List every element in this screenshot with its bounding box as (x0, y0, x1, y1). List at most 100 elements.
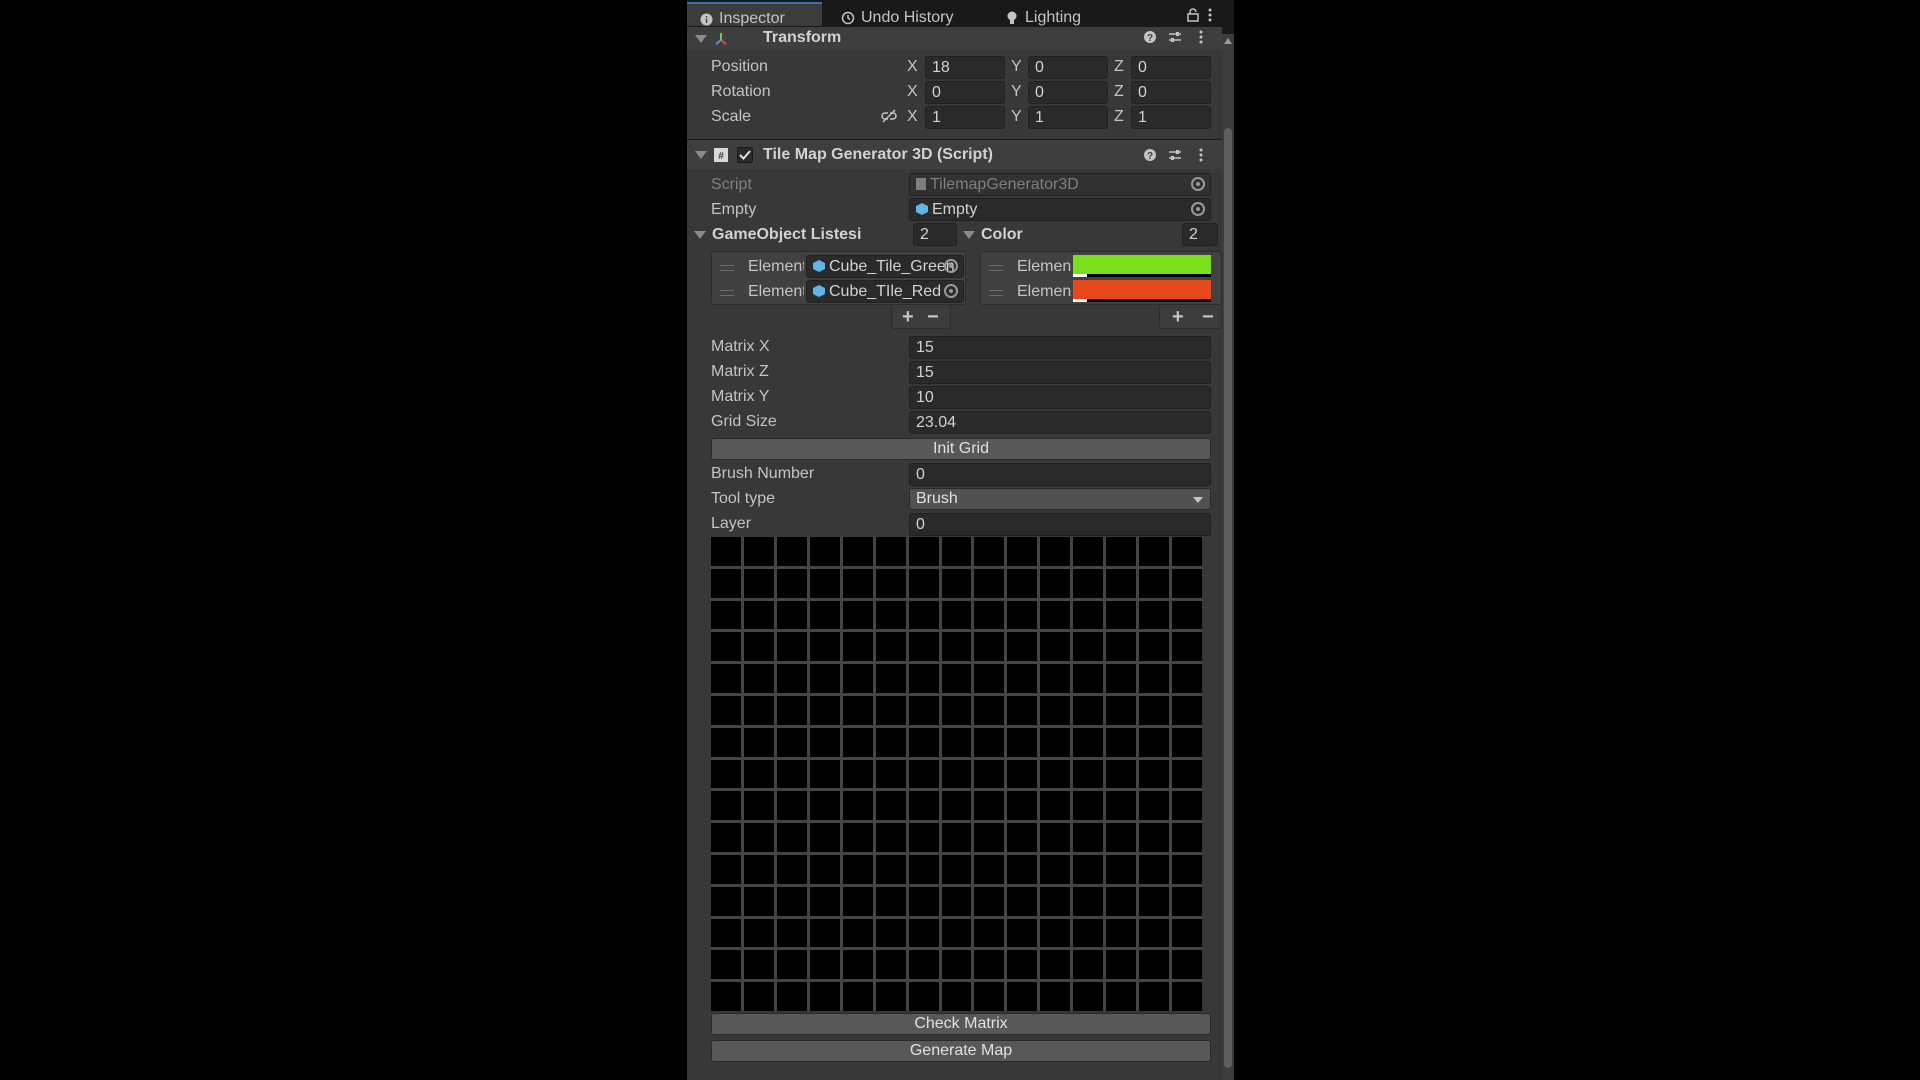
grid-cell[interactable] (908, 600, 939, 630)
grid-cell[interactable] (776, 918, 807, 948)
grid-cell[interactable] (974, 664, 1005, 693)
grid-cell[interactable] (908, 950, 939, 980)
grid-cell[interactable] (1172, 568, 1202, 598)
grid-cell[interactable] (875, 727, 906, 757)
grid-cell[interactable] (743, 696, 774, 725)
grid-cell[interactable] (809, 982, 840, 1011)
grid-cell[interactable] (974, 537, 1005, 566)
fold-arrow-icon[interactable] (695, 151, 707, 159)
grid-cell[interactable] (875, 982, 906, 1011)
grid-cell[interactable] (974, 632, 1005, 662)
grid-cell[interactable] (842, 537, 873, 566)
grid-cell[interactable] (1073, 791, 1104, 821)
grid-cell[interactable] (1172, 632, 1202, 662)
grid-cell[interactable] (1106, 918, 1137, 948)
grid-cell[interactable] (875, 664, 906, 693)
grid-cell[interactable] (1040, 696, 1071, 725)
grid-cell[interactable] (711, 537, 741, 566)
grid-cell[interactable] (842, 886, 873, 916)
grid-cell[interactable] (776, 537, 807, 566)
grid-cell[interactable] (776, 886, 807, 916)
drag-handle-icon[interactable] (720, 265, 734, 271)
fold-arrow-icon[interactable] (695, 35, 707, 43)
grid-cell[interactable] (908, 664, 939, 693)
grid-cell[interactable] (743, 855, 774, 884)
grid-cell[interactable] (875, 918, 906, 948)
grid-cell[interactable] (1172, 664, 1202, 693)
grid-cell[interactable] (776, 855, 807, 884)
grid-cell[interactable] (1106, 823, 1137, 852)
grid-cell[interactable] (711, 759, 741, 789)
brush-number-field[interactable]: 0 (909, 463, 1211, 486)
transform-header[interactable]: Transform ? (687, 26, 1222, 50)
grid-cell[interactable] (842, 791, 873, 821)
grid-cell[interactable] (1172, 982, 1202, 1011)
grid-cell[interactable] (1007, 537, 1038, 566)
grid-cell[interactable] (776, 696, 807, 725)
grid-cell[interactable] (875, 632, 906, 662)
grid-cell[interactable] (1073, 632, 1104, 662)
grid-cell[interactable] (941, 823, 972, 852)
grid-cell[interactable] (1106, 727, 1137, 757)
grid-cell[interactable] (1139, 886, 1170, 916)
grid-cell[interactable] (1106, 537, 1137, 566)
grid-cell[interactable] (908, 918, 939, 948)
grid-cell[interactable] (776, 791, 807, 821)
grid-cell[interactable] (974, 950, 1005, 980)
grid-cell[interactable] (908, 791, 939, 821)
grid-cell[interactable] (1073, 568, 1104, 598)
grid-cell[interactable] (941, 600, 972, 630)
grid-cell[interactable] (1073, 759, 1104, 789)
grid-cell[interactable] (1040, 918, 1071, 948)
grid-cell[interactable] (776, 632, 807, 662)
rotation-z-field[interactable]: 0 (1131, 81, 1211, 104)
grid-cell[interactable] (776, 727, 807, 757)
drag-handle-icon[interactable] (989, 290, 1003, 296)
grid-cell[interactable] (1040, 982, 1071, 1011)
grid-cell[interactable] (908, 568, 939, 598)
grid-cell[interactable] (776, 759, 807, 789)
more-vertical-icon[interactable] (1199, 148, 1203, 165)
grid-cell[interactable] (809, 950, 840, 980)
grid-cell[interactable] (941, 886, 972, 916)
grid-cell[interactable] (941, 791, 972, 821)
grid-cell[interactable] (1139, 568, 1170, 598)
grid-cell[interactable] (842, 632, 873, 662)
grid-cell[interactable] (1073, 982, 1104, 1011)
fold-arrow-icon[interactable] (694, 231, 706, 239)
add-color-button[interactable]: + (1172, 307, 1184, 327)
grid-cell[interactable] (711, 823, 741, 852)
grid-cell[interactable] (941, 855, 972, 884)
grid-cell[interactable] (1040, 632, 1071, 662)
grid-cell[interactable] (941, 632, 972, 662)
grid-cell[interactable] (974, 759, 1005, 789)
grid-cell[interactable] (974, 855, 1005, 884)
remove-element-button[interactable]: − (927, 307, 939, 327)
grid-cell[interactable] (1040, 727, 1071, 757)
init-grid-button[interactable]: Init Grid (711, 438, 1211, 460)
help-icon[interactable]: ? (1143, 30, 1157, 47)
grid-cell[interactable] (1106, 982, 1137, 1011)
grid-cell[interactable] (1007, 982, 1038, 1011)
grid-cell[interactable] (1172, 950, 1202, 980)
grid-cell[interactable] (842, 664, 873, 693)
grid-cell[interactable] (1007, 600, 1038, 630)
grid-cell[interactable] (776, 950, 807, 980)
grid-cell[interactable] (1073, 537, 1104, 566)
grid-cell[interactable] (711, 791, 741, 821)
help-icon[interactable]: ? (1143, 148, 1157, 165)
element-object-field[interactable]: Cube_Tile_Green (806, 255, 964, 278)
grid-cell[interactable] (809, 918, 840, 948)
grid-cell[interactable] (809, 823, 840, 852)
grid-cell[interactable] (842, 759, 873, 789)
lock-icon[interactable] (1187, 8, 1199, 27)
grid-cell[interactable] (1007, 950, 1038, 980)
more-vertical-icon[interactable] (1199, 30, 1203, 47)
scale-y-field[interactable]: 1 (1028, 106, 1108, 129)
grid-cell[interactable] (1040, 950, 1071, 980)
grid-cell[interactable] (776, 982, 807, 1011)
grid-cell[interactable] (743, 918, 774, 948)
grid-cell[interactable] (974, 791, 1005, 821)
grid-cell[interactable] (1007, 759, 1038, 789)
grid-cell[interactable] (1073, 696, 1104, 725)
